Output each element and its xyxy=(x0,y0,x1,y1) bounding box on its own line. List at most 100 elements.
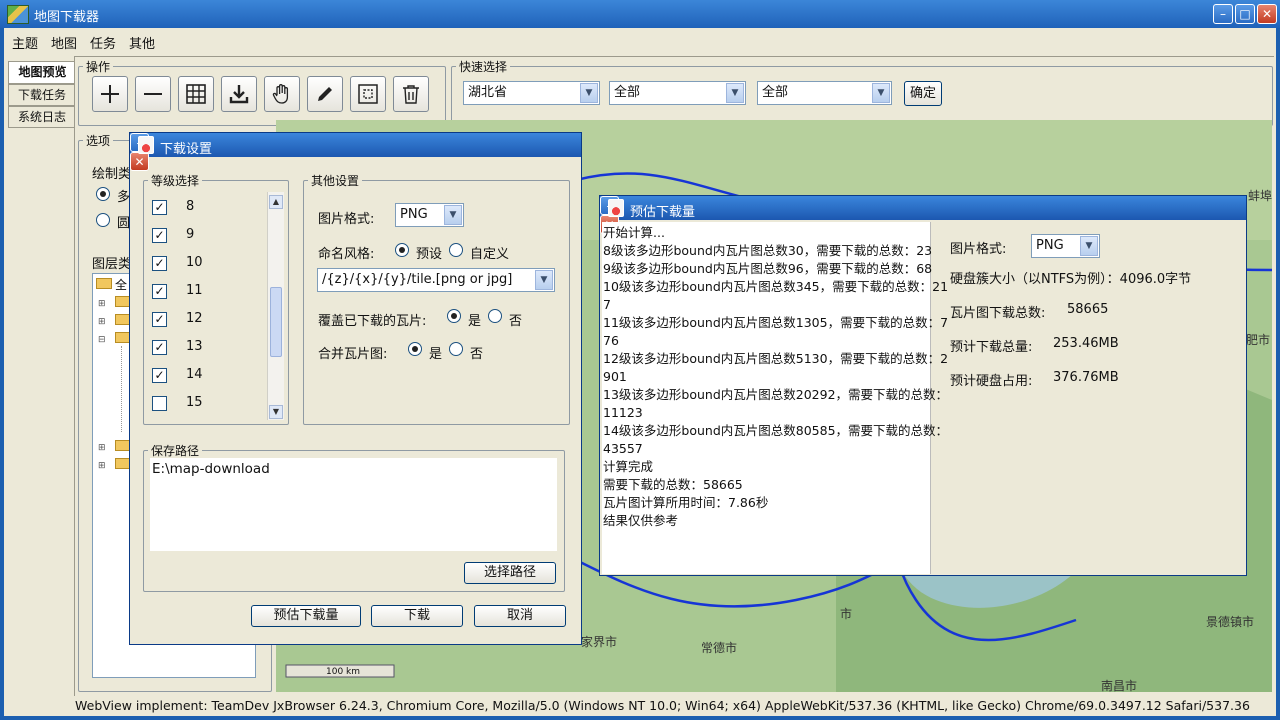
estimate-dialog-title-bar: 预估下载量 – ✕ xyxy=(600,196,1246,234)
format-label: 图片格式: xyxy=(318,212,375,227)
tiles-total-value: 58665 xyxy=(1067,302,1109,317)
merge-yes-label: 是 xyxy=(429,347,443,362)
other-settings-legend: 其他设置 xyxy=(311,174,360,188)
chevron-down-icon: ▼ xyxy=(1080,236,1098,256)
naming-pattern-value: /{z}/{x}/{y}/tile.[png or jpg] xyxy=(322,272,513,287)
zoom-out-button[interactable] xyxy=(135,76,171,112)
draw-type-circle-radio[interactable] xyxy=(96,213,110,227)
log-line: 开始计算... xyxy=(603,225,665,240)
chevron-down-icon: ▼ xyxy=(726,83,744,103)
tree-collapse-icon[interactable]: ⊟ xyxy=(98,335,106,345)
log-line: 901 xyxy=(603,369,627,384)
tree-expand-icon[interactable]: ⊞ xyxy=(98,461,106,471)
level-checkbox[interactable]: ✓ xyxy=(152,312,167,327)
level-checkbox[interactable] xyxy=(152,396,167,411)
minus-icon xyxy=(144,93,162,95)
tab-system-log[interactable]: 系统日志 xyxy=(8,106,76,128)
grid-button[interactable] xyxy=(178,76,214,112)
tab-map-preview[interactable]: 地图预览 xyxy=(8,61,76,84)
tiles-total-label: 瓦片图下载总数: xyxy=(950,306,1046,321)
select-region-button[interactable] xyxy=(350,76,386,112)
estimate-dialog-title: 预估下载量 xyxy=(630,205,696,220)
cluster-size-label: 硬盘簇大小（以NTFS为例）：4096.0字节 xyxy=(950,272,1192,287)
overwrite-yes-label: 是 xyxy=(468,314,482,329)
close-icon[interactable]: ✕ xyxy=(130,152,149,171)
log-line: 76 xyxy=(603,333,619,348)
tree-expand-icon[interactable]: ⊞ xyxy=(98,299,106,309)
merge-no-radio[interactable] xyxy=(449,342,463,356)
download-start-button[interactable]: 下载 xyxy=(371,605,463,627)
pan-button[interactable] xyxy=(264,76,300,112)
map-place-label: 家界市 xyxy=(581,635,618,649)
draw-type-polygon-radio[interactable] xyxy=(96,187,110,201)
level-checkbox[interactable]: ✓ xyxy=(152,200,167,215)
scroll-up-icon[interactable]: ▲ xyxy=(269,195,283,209)
zoom-in-button[interactable] xyxy=(92,76,128,112)
format-select[interactable]: PNG ▼ xyxy=(395,203,464,227)
overwrite-yes-radio[interactable] xyxy=(447,309,461,323)
draw-button[interactable] xyxy=(307,76,343,112)
choose-path-button[interactable]: 选择路径 xyxy=(464,562,556,584)
level-label: 9 xyxy=(186,227,195,242)
naming-pattern-select[interactable]: /{z}/{x}/{y}/tile.[png or jpg] ▼ xyxy=(317,268,555,292)
city-select[interactable]: 全部 ▼ xyxy=(609,81,746,105)
naming-preset-label: 预设 xyxy=(416,247,443,262)
quick-select-legend: 快速选择 xyxy=(459,60,508,74)
level-checkbox[interactable]: ✓ xyxy=(152,284,167,299)
estimate-dialog: 预估下载量 – ✕ 开始计算... 8级该多边形bound内瓦片图总数30，需要下… xyxy=(599,195,1247,576)
levels-list: ✓ 8 ✓ 9 ✓ 10 ✓ 11 ✓ 12 ✓ 13 ✓ 14 15 ▲ ▼ xyxy=(147,190,284,420)
district-value: 全部 xyxy=(762,85,789,100)
tree-expand-icon[interactable]: ⊞ xyxy=(98,317,106,327)
levels-scrollbar[interactable]: ▲ ▼ xyxy=(267,192,284,420)
level-label: 8 xyxy=(186,199,195,214)
city-value: 全部 xyxy=(614,85,641,100)
delete-button[interactable] xyxy=(393,76,429,112)
download-total-label: 预计下载总量: xyxy=(950,340,1033,355)
tree-root-label: 全 xyxy=(115,278,128,292)
level-label: 13 xyxy=(186,339,203,354)
log-line: 9级该多边形bound内瓦片图总数96，需要下载的总数：68 xyxy=(603,261,933,276)
tree-expand-icon[interactable]: ⊞ xyxy=(98,443,106,453)
district-select[interactable]: 全部 ▼ xyxy=(757,81,892,105)
log-line: 11级该多边形bound内瓦片图总数1305，需要下载的总数：7 xyxy=(603,315,949,330)
maximize-icon[interactable]: □ xyxy=(1235,4,1255,24)
chevron-down-icon: ▼ xyxy=(444,205,462,225)
java-icon xyxy=(138,136,154,154)
level-checkbox[interactable]: ✓ xyxy=(152,340,167,355)
tab-download-tasks[interactable]: 下载任务 xyxy=(8,84,76,106)
download-button[interactable] xyxy=(221,76,257,112)
overwrite-no-label: 否 xyxy=(509,314,523,329)
map-place-label: 肥市 xyxy=(1246,333,1271,347)
level-checkbox[interactable]: ✓ xyxy=(152,228,167,243)
minimize-icon[interactable]: – xyxy=(1213,4,1233,24)
download-total-value: 253.46MB xyxy=(1053,336,1119,351)
log-line: 43557 xyxy=(603,441,643,456)
operations-group: 操作 xyxy=(78,58,446,126)
merge-yes-radio[interactable] xyxy=(408,342,422,356)
close-icon[interactable]: ✕ xyxy=(1257,4,1277,24)
trash-icon xyxy=(403,85,419,104)
level-checkbox[interactable]: ✓ xyxy=(152,256,167,271)
cancel-button[interactable]: 取消 xyxy=(474,605,566,627)
naming-custom-radio[interactable] xyxy=(449,243,463,257)
overwrite-no-radio[interactable] xyxy=(488,309,502,323)
log-line: 14级该多边形bound内瓦片图总数80585，需要下载的总数： xyxy=(603,423,949,438)
province-select[interactable]: 湖北省 ▼ xyxy=(463,81,600,105)
level-checkbox[interactable]: ✓ xyxy=(152,368,167,383)
chevron-down-icon: ▼ xyxy=(580,83,598,103)
estimate-log-area[interactable]: 开始计算... 8级该多边形bound内瓦片图总数30，需要下载的总数：23 9级该… xyxy=(602,222,949,574)
save-path-textarea[interactable]: E:\map-download xyxy=(150,458,557,551)
estimate-format-select[interactable]: PNG ▼ xyxy=(1031,234,1100,258)
pencil-icon xyxy=(318,87,332,101)
tree-guide-line xyxy=(121,346,122,432)
menu-other[interactable]: 其他 xyxy=(129,33,155,52)
menu-task[interactable]: 任务 xyxy=(90,33,116,52)
estimate-button[interactable]: 预估下载量 xyxy=(251,605,361,627)
operations-legend: 操作 xyxy=(86,60,111,74)
log-line: 7 xyxy=(603,297,611,312)
scroll-down-icon[interactable]: ▼ xyxy=(269,405,283,419)
naming-preset-radio[interactable] xyxy=(395,243,409,257)
java-icon xyxy=(608,199,624,217)
scroll-thumb[interactable] xyxy=(270,287,282,357)
confirm-button[interactable]: 确定 xyxy=(904,81,942,106)
